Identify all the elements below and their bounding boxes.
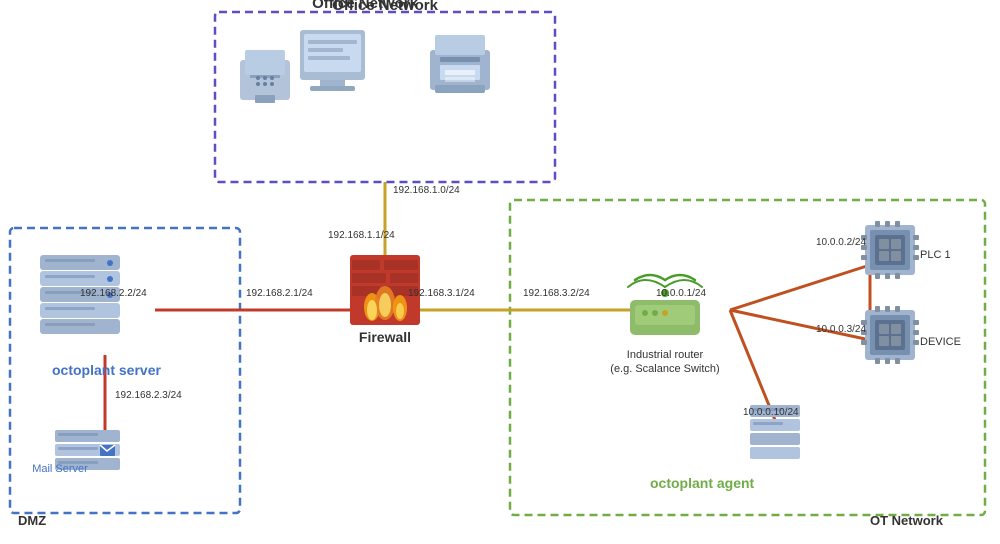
ip-fw-right-label: 192.168.3.1/24 [408,288,475,299]
ip-office-label: 192.168.1.0/24 [393,185,460,196]
device-label: DEVICE [920,336,961,348]
ip-fw-left-label: 192.168.2.1/24 [246,288,313,299]
ip-ot-server-label: 10.0.0.10/24 [743,407,799,418]
ot-network-label: OT Network [870,513,944,528]
ip-plc1-label: 10.0.0.2/24 [816,237,866,248]
ip-device-label: 10.0.0.3/24 [816,324,866,335]
ip-router-left-label: 192.168.3.2/24 [523,288,590,299]
ip-mail-label: 192.168.2.3/24 [115,390,182,401]
ip-router-right-label: 10.0.0.1/24 [656,288,706,299]
octoplant-server-label: octoplant server [52,362,161,378]
office-network-label: Office Network [312,0,419,12]
dmz-label: DMZ [18,513,46,528]
firewall-label: Firewall [359,329,411,345]
network-diagram: Office Network [0,0,1000,544]
router-label-2: (e.g. Scalance Switch) [610,363,719,375]
octoplant-agent-label: octoplant agent [650,475,755,491]
office-network-title: Office Network [332,0,439,14]
plc1-label: PLC 1 [920,249,951,261]
ip-fw-top-label: 192.168.1.1/24 [328,230,395,241]
ip-server-right-label: 192.168.2.2/24 [80,288,147,299]
router-label-1: Industrial router [627,349,704,361]
mail-server-label: Mail Server [32,463,88,475]
